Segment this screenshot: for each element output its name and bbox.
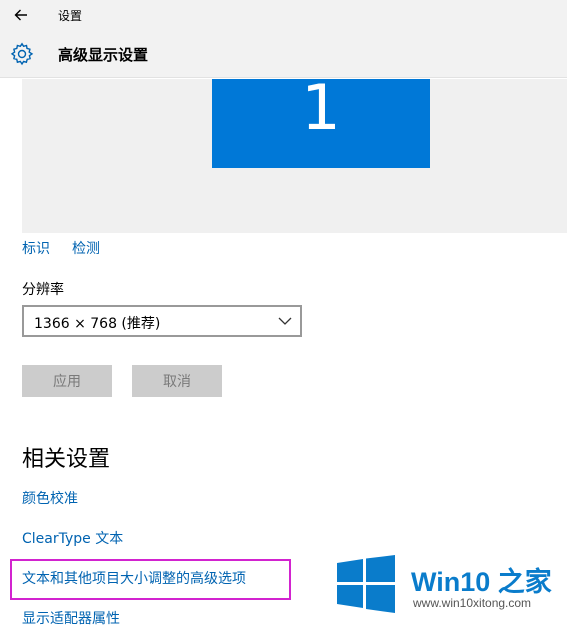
identify-link[interactable]: 标识 <box>22 238 50 258</box>
color-calibration-link[interactable]: 颜色校准 <box>22 488 78 508</box>
apply-button[interactable]: 应用 <box>22 365 112 397</box>
advanced-sizing-link[interactable]: 文本和其他项目大小调整的高级选项 <box>22 568 246 588</box>
gear-icon <box>10 42 34 66</box>
monitor-1[interactable]: 1 <box>212 71 430 168</box>
watermark-brand: Win10 之家 <box>411 560 552 599</box>
watermark-brand-suffix: 之家 <box>497 567 552 597</box>
watermark: Win10 之家 www.win10xitong.com <box>335 555 567 620</box>
detect-link[interactable]: 检测 <box>72 238 100 258</box>
display-adapter-properties-link[interactable]: 显示适配器属性 <box>22 608 120 628</box>
page-title: 高级显示设置 <box>58 46 149 64</box>
resolution-label: 分辨率 <box>22 282 64 298</box>
resolution-dropdown[interactable]: 1366 × 768 (推荐) <box>22 305 302 337</box>
window-title: 设置 <box>58 9 83 23</box>
page-header: 高级显示设置 <box>0 30 567 78</box>
back-button[interactable] <box>10 4 32 26</box>
windows-logo-icon <box>337 555 395 613</box>
cancel-button[interactable]: 取消 <box>132 365 222 397</box>
watermark-url: www.win10xitong.com <box>413 596 532 610</box>
chevron-down-icon <box>278 317 292 325</box>
cleartype-text-link[interactable]: ClearType 文本 <box>22 528 123 548</box>
related-settings-title: 相关设置 <box>22 447 111 472</box>
back-arrow-icon <box>14 9 27 21</box>
monitor-number: 1 <box>301 71 341 144</box>
resolution-value: 1366 × 768 (推荐) <box>34 316 161 332</box>
display-preview-area: 1 <box>22 71 567 233</box>
watermark-brand-name: Win10 <box>411 567 491 597</box>
title-bar: 设置 <box>0 0 567 30</box>
